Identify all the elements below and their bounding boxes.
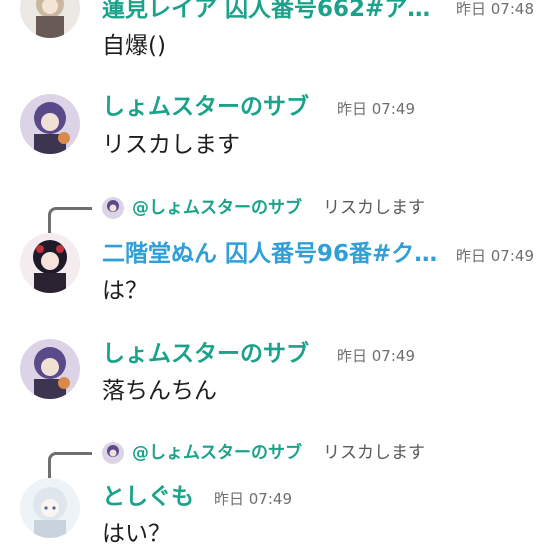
message-timestamp: 昨日 07:48: [456, 0, 534, 18]
user-avatar[interactable]: [20, 478, 80, 538]
message-text: リスカします: [102, 132, 240, 158]
reply-preview[interactable]: @しょムスターのサブ リスカします: [48, 440, 548, 478]
reply-avatar: [102, 197, 124, 219]
reply-avatar: [102, 442, 124, 464]
reply-connector: [48, 452, 92, 478]
reply-preview[interactable]: @しょムスターのサブ リスカします: [48, 195, 548, 233]
reply-author[interactable]: @しょムスターのサブ: [132, 195, 302, 221]
reply-connector: [48, 207, 92, 233]
user-avatar[interactable]: [20, 339, 80, 399]
message-timestamp: 昨日 07:49: [337, 100, 415, 118]
message-author[interactable]: しょムスターのサブ: [102, 92, 309, 122]
reply-text: リスカします: [323, 443, 425, 463]
user-avatar[interactable]: [20, 94, 80, 154]
message-text: はい？: [102, 521, 171, 547]
message-text: 自爆(): [102, 33, 166, 59]
user-avatar[interactable]: [20, 233, 80, 293]
message-timestamp: 昨日 07:49: [214, 490, 292, 508]
reply-author[interactable]: @しょムスターのサブ: [132, 440, 302, 466]
message-author[interactable]: としぐも: [102, 482, 194, 512]
user-avatar[interactable]: [20, 0, 80, 38]
message-author[interactable]: しょムスターのサブ: [102, 339, 309, 369]
message-author[interactable]: 蓮見レイア 囚人番号662#ア…: [102, 0, 430, 24]
message-text: 落ちんちん: [102, 378, 217, 404]
message-text: は？: [102, 278, 148, 304]
chat-message-list: 蓮見レイア 囚人番号662#ア… 昨日 07:48 自爆() しょムスターのサブ…: [0, 0, 560, 560]
message-timestamp: 昨日 07:49: [337, 347, 415, 365]
message-timestamp: 昨日 07:49: [456, 247, 534, 265]
reply-text: リスカします: [323, 198, 425, 218]
message-author[interactable]: 二階堂ぬん 囚人番号96番#ク…: [102, 239, 437, 269]
